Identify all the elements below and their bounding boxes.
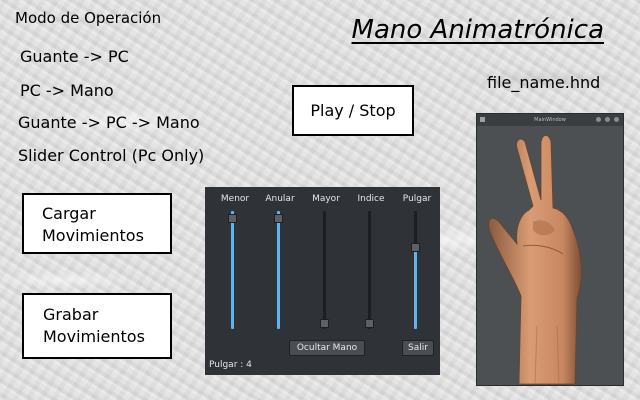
slider-handle-anular[interactable] (274, 214, 283, 223)
maximize-icon[interactable] (605, 117, 610, 122)
slider-fill (231, 211, 234, 329)
mode-option-pc-mano[interactable]: PC -> Mano (20, 81, 114, 100)
record-movements-label-line1: Grabar (43, 305, 99, 324)
slider-fill (414, 246, 417, 329)
slider-control-window: Menor Anular Mayor Indice Pulgar Ocultar… (205, 187, 440, 375)
mode-option-slider-control[interactable]: Slider Control (Pc Only) (18, 146, 204, 165)
load-movements-label-line1: Cargar (42, 204, 96, 223)
slider-pulgar[interactable] (414, 211, 417, 329)
mode-option-guante-pc[interactable]: Guante -> PC (20, 47, 129, 66)
slider-label-anular: Anular (265, 194, 295, 204)
record-movements-button[interactable]: Grabar Movimientos (22, 293, 172, 359)
slider-handle-menor[interactable] (228, 214, 237, 223)
hand-window-title: MainWindow (534, 117, 566, 123)
slider-fill (277, 211, 280, 329)
slider-handle-indice[interactable] (365, 319, 374, 328)
hand-3d-model (488, 135, 582, 384)
hand-window-titlebar: MainWindow (477, 114, 623, 126)
load-movements-label-line2: Movimientos (42, 226, 144, 245)
minimize-icon[interactable] (596, 117, 601, 122)
slider-handle-pulgar[interactable] (411, 242, 420, 252)
play-stop-button[interactable]: Play / Stop (292, 85, 414, 136)
status-text: Pulgar : 4 (209, 360, 252, 370)
slider-handle-mayor[interactable] (320, 319, 329, 328)
play-stop-label: Play / Stop (310, 100, 396, 120)
slider-anular[interactable] (277, 211, 280, 329)
exit-button[interactable]: Salir (402, 340, 434, 356)
slider-label-indice: Indice (357, 194, 385, 204)
file-name-label: file_name.hnd (487, 73, 601, 92)
slider-label-menor: Menor (220, 194, 250, 204)
hand-viewer-window: MainWindow (476, 113, 624, 386)
slider-indice[interactable] (368, 211, 371, 329)
load-movements-button[interactable]: Cargar Movimientos (22, 193, 172, 254)
slider-label-mayor: Mayor (312, 194, 340, 204)
hide-hand-button[interactable]: Ocultar Mano (289, 340, 365, 356)
close-icon[interactable] (614, 117, 619, 122)
app-icon (480, 117, 485, 122)
mode-title: Modo de Operación (15, 9, 162, 27)
slider-label-pulgar: Pulgar (402, 194, 432, 204)
slider-menor[interactable] (231, 211, 234, 329)
mode-option-guante-pc-mano[interactable]: Guante -> PC -> Mano (18, 113, 200, 132)
slider-mayor[interactable] (323, 211, 326, 329)
record-movements-label-line2: Movimientos (43, 327, 145, 346)
app-title: Mano Animatrónica (351, 15, 604, 45)
